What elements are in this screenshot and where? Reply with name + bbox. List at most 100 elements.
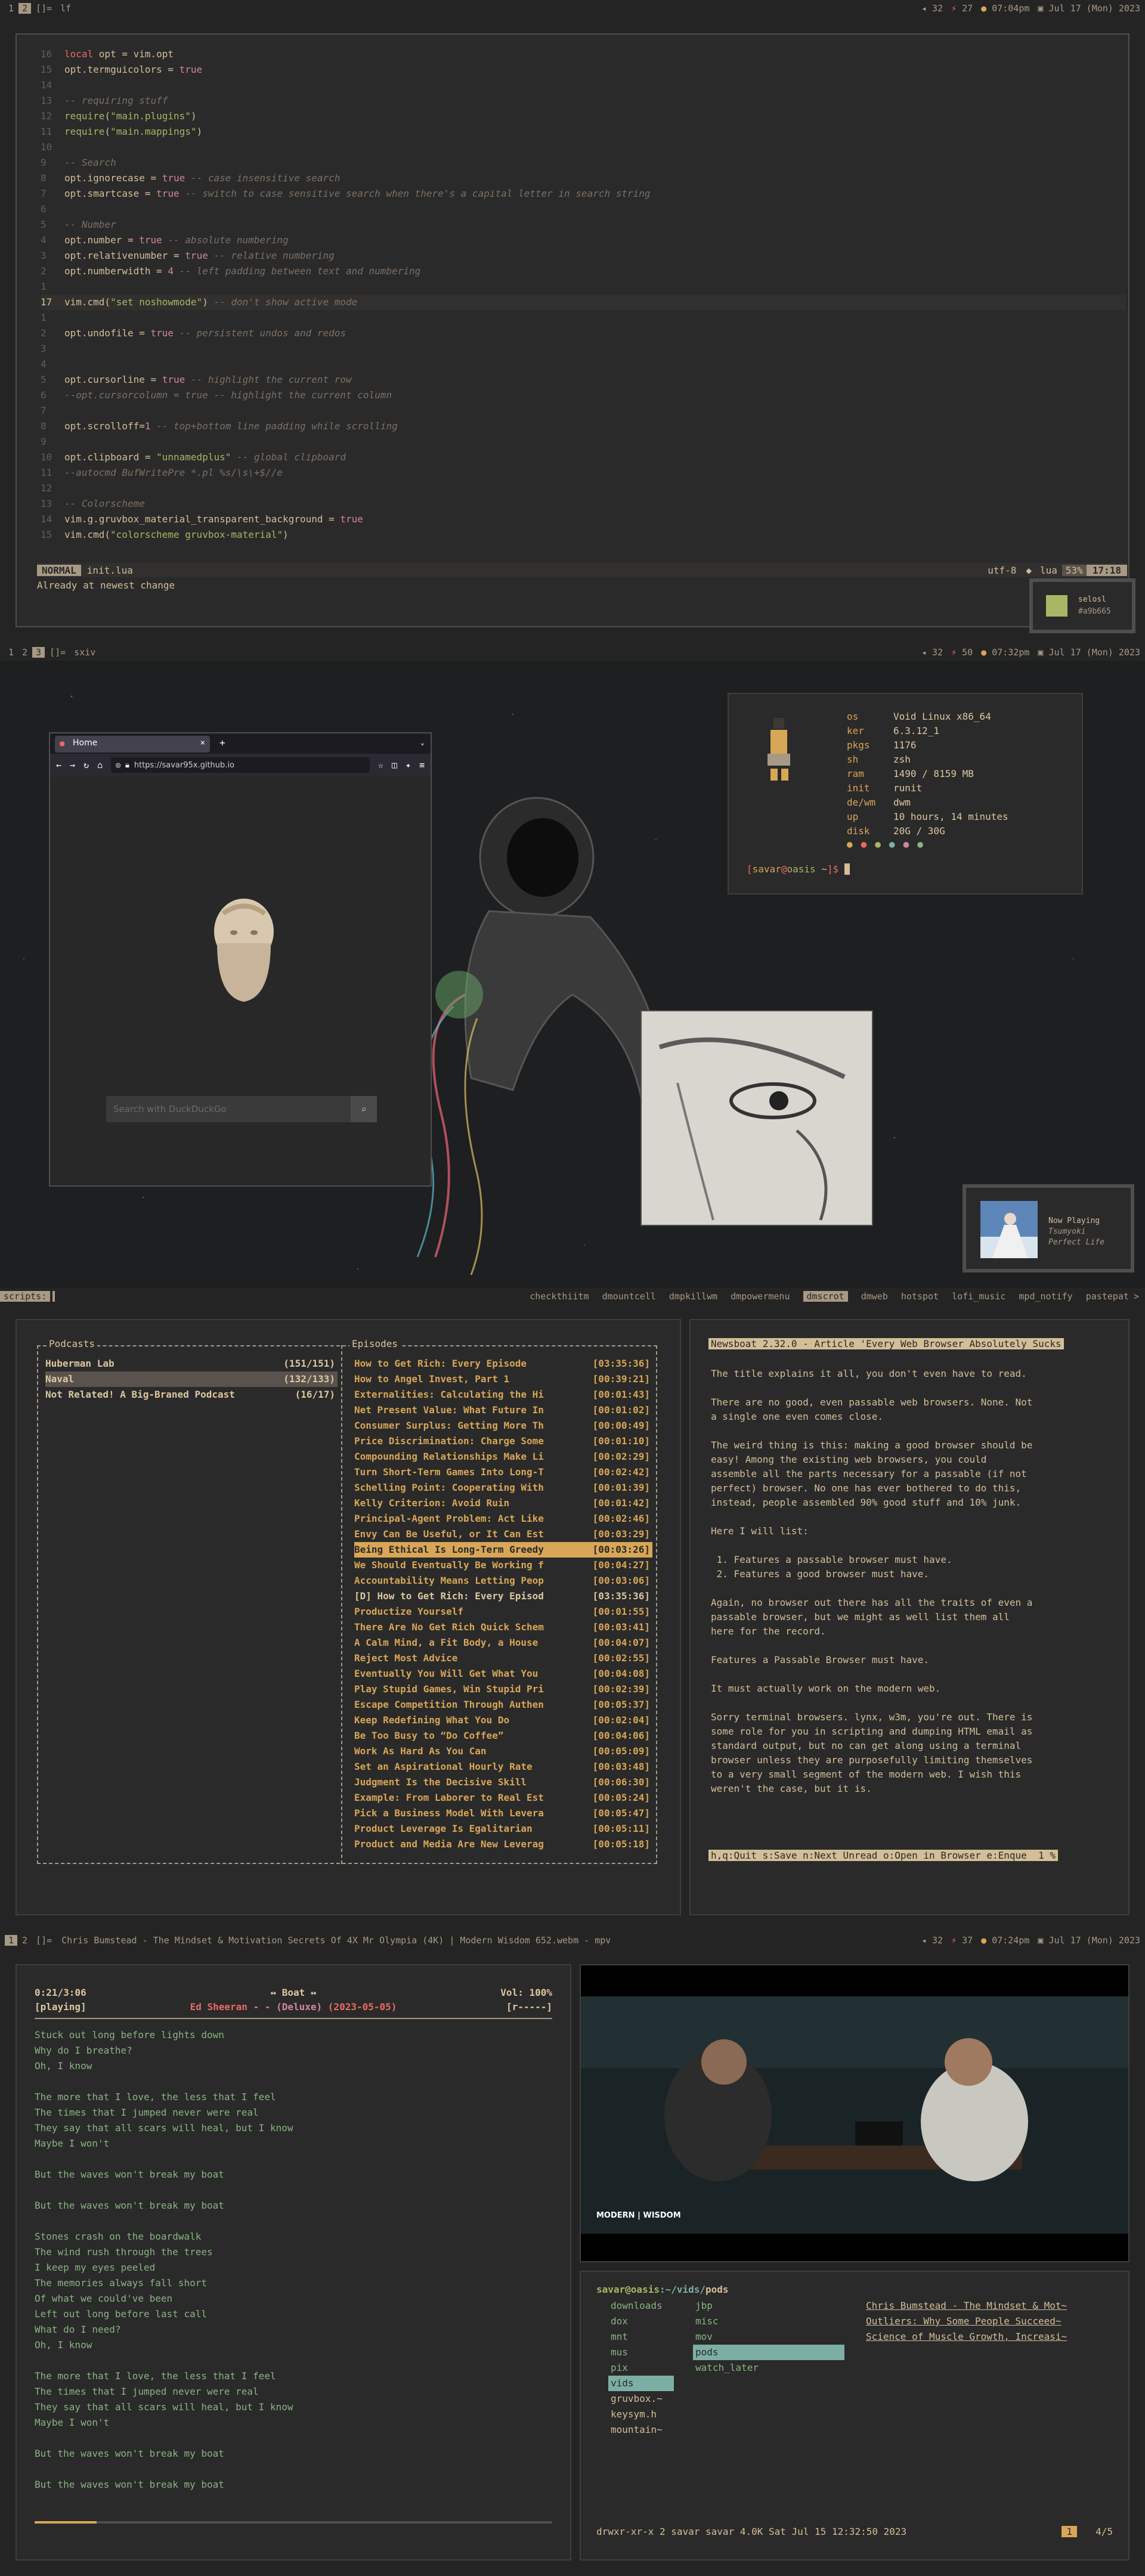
dmenu-item-pastepat[interactable]: pastepat: [1086, 1291, 1129, 1302]
lf-entry[interactable]: mus: [608, 2345, 674, 2360]
dmenu-bar[interactable]: scripts: checkthiitm dmountcell dmpkillwm d…: [0, 1288, 1145, 1305]
layout-indicator[interactable]: []=: [46, 647, 69, 658]
lf-entry[interactable]: vids: [608, 2376, 674, 2391]
terminal-fetch[interactable]: os Void Linux x86_64 ker 6.3.12_1 pkgs 1176 sh…: [728, 693, 1083, 894]
code-line[interactable]: 5 opt.cursorline = true -- highlight the …: [41, 372, 352, 388]
dmenu-item-dmweb[interactable]: dmweb: [861, 1291, 888, 1302]
nvim-buffer[interactable]: 16 local opt = vim.opt 15 opt.termguicolors…: [17, 47, 1126, 559]
url-bar[interactable]: ◎ 🔒︎ https://savar95x.github.io: [111, 757, 370, 773]
code-line[interactable]: 9 -- Search: [41, 155, 116, 171]
code-line[interactable]: 11 --autocmd BufWritePre *.pl %s/\s\+$//e: [41, 465, 283, 481]
dmenu-item-mpd_notify[interactable]: mpd_notify: [1019, 1291, 1072, 1302]
episode-item[interactable]: Product Leverage Is Egalitarian [00:05:11…: [354, 1821, 652, 1837]
lf-entry[interactable]: pods: [693, 2345, 844, 2360]
tab-list-icon[interactable]: ⌄: [420, 738, 425, 747]
code-line[interactable]: 6 --opt.cursorcolumn = true -- highlight …: [41, 388, 392, 403]
episode-item[interactable]: Judgment Is the Decisive Skill [00:06:30]: [354, 1775, 652, 1790]
code-line[interactable]: 15 opt.termguicolors = true: [41, 62, 202, 78]
browser-window[interactable]: ● Home × + ⌄ ← → ↻ ⌂ ◎ 🔒︎ https://savar9…: [49, 732, 432, 1187]
mpv-video-window[interactable]: MODERN | WISDOM: [580, 1964, 1129, 2262]
episode-item[interactable]: Escape Competition Through Authen [00:05:…: [354, 1697, 652, 1713]
episode-item[interactable]: Example: From Laborer to Real Est [00:05:…: [354, 1790, 652, 1806]
episode-item[interactable]: How to Get Rich: Every Episode [03:35:36]: [354, 1356, 652, 1371]
episode-item[interactable]: Work As Hard As You Can [00:05:09]: [354, 1744, 652, 1759]
code-line[interactable]: 3: [41, 341, 64, 357]
episode-item[interactable]: How to Angel Invest, Part 1 [00:39:21]: [354, 1371, 652, 1387]
episode-item[interactable]: Being Ethical Is Long-Term Greedy [00:03:…: [354, 1542, 652, 1558]
lf-entry[interactable]: Outliers: Why Some People Succeed~: [864, 2314, 1114, 2329]
dmenu-item-dmountcell[interactable]: dmountcell: [602, 1291, 656, 1302]
dmenu-input[interactable]: [52, 1291, 55, 1302]
episode-item[interactable]: Consumer Surplus: Getting More Th [00:00:…: [354, 1418, 652, 1433]
episode-item[interactable]: There Are No Get Rich Quick Schem [00:03:…: [354, 1620, 652, 1635]
close-tab-icon[interactable]: ×: [200, 738, 205, 748]
layout-indicator[interactable]: []=: [32, 1935, 55, 1946]
code-line[interactable]: 10: [41, 140, 64, 155]
lf-entry[interactable]: gruvbox.~: [608, 2391, 674, 2407]
pocket-icon[interactable]: ◫: [392, 760, 397, 770]
lf-entry[interactable]: dox: [608, 2314, 674, 2329]
episode-item[interactable]: Accountability Means Letting Peop [00:03:…: [354, 1573, 652, 1589]
code-line[interactable]: 8 opt.ignorecase = true -- case insensiti…: [41, 171, 340, 186]
bookmark-icon[interactable]: ☆: [378, 760, 383, 770]
progress-track[interactable]: [35, 2521, 552, 2524]
episode-item[interactable]: Envy Can Be Useful, or It Can Est [00:03:…: [354, 1527, 652, 1542]
episode-item[interactable]: Kelly Criterion: Avoid Ruin [00:01:42]: [354, 1496, 652, 1511]
back-icon[interactable]: ←: [56, 760, 61, 770]
code-line[interactable]: 6: [41, 202, 64, 217]
code-line[interactable]: 13 -- Colorscheme: [41, 496, 145, 512]
lf-entry[interactable]: misc: [693, 2314, 844, 2329]
lf-entry[interactable]: Science of Muscle Growth, Increasi~: [864, 2329, 1114, 2345]
episode-item[interactable]: Be Too Busy to “Do Coffee” [00:04:06]: [354, 1728, 652, 1744]
code-line[interactable]: 9: [41, 434, 64, 450]
code-line[interactable]: 15 vim.cmd("colorscheme gruvbox-material"…: [41, 527, 289, 543]
code-line[interactable]: 12 require("main.plugins"): [41, 109, 197, 124]
code-line[interactable]: 3 opt.relativenumber = true -- relative n…: [41, 248, 335, 264]
search-box[interactable]: Search with DuckDuckGo ⌕: [106, 1096, 377, 1122]
dmenu-item-hotspot[interactable]: hotspot: [901, 1291, 939, 1302]
nvim-window[interactable]: 16 local opt = vim.opt 15 opt.termguicolors…: [16, 33, 1129, 627]
episode-item[interactable]: We Should Eventually Be Working f [00:04:…: [354, 1558, 652, 1573]
episode-item[interactable]: Schelling Point: Cooperating With [00:01:…: [354, 1480, 652, 1496]
tag-1[interactable]: 1: [5, 3, 17, 14]
code-line[interactable]: 2 opt.numberwidth = 4 -- left padding bet…: [41, 264, 420, 279]
lf-entry[interactable]: Chris Bumstead - The Mindset & Mot~: [864, 2298, 1114, 2314]
lf-entry[interactable]: watch_later: [693, 2360, 844, 2376]
podcast-tui[interactable]: Podcasts Episodes Huberman Lab (151/151) N…: [16, 1319, 681, 1915]
lf-entry[interactable]: keysym.h: [608, 2407, 674, 2422]
episode-item[interactable]: Pick a Business Model With Levera [00:05:…: [354, 1806, 652, 1821]
lf-entry[interactable]: jbp: [693, 2298, 844, 2314]
tag-1[interactable]: 1: [5, 647, 17, 658]
episode-item[interactable]: Play Stupid Games, Win Stupid Pri [00:02:…: [354, 1682, 652, 1697]
episode-item[interactable]: Price Discrimination: Charge Some [00:01:…: [354, 1433, 652, 1449]
podcast-item[interactable]: Naval (132/133): [45, 1371, 338, 1387]
dmenu-item-dmscrot[interactable]: dmscrot: [803, 1291, 848, 1302]
tag-2[interactable]: 2: [18, 647, 31, 658]
tag-3[interactable]: 3: [32, 647, 45, 658]
episode-item[interactable]: Net Present Value: What Future In [00:01:…: [354, 1402, 652, 1418]
dmenu-item-lofi_music[interactable]: lofi_music: [952, 1291, 1005, 1302]
newsboat-tui[interactable]: Newsboat 2.32.0 - Article 'Every Web Bro…: [689, 1319, 1129, 1915]
episode-item[interactable]: Eventually You Will Get What You [00:04:0…: [354, 1666, 652, 1682]
code-line[interactable]: 14: [41, 78, 64, 93]
episode-item[interactable]: Turn Short-Term Games Into Long-T [00:02:…: [354, 1465, 652, 1480]
browser-tab[interactable]: ● Home ×: [55, 736, 210, 753]
episode-item[interactable]: Productize Yourself [00:01:55]: [354, 1604, 652, 1620]
code-line[interactable]: 12: [41, 481, 64, 496]
episode-item[interactable]: Compounding Relationships Make Li [00:02:…: [354, 1449, 652, 1465]
code-line[interactable]: 4: [41, 357, 64, 372]
episode-item[interactable]: Keep Redefining What You Do [00:02:04]: [354, 1713, 652, 1728]
new-tab-button[interactable]: +: [219, 737, 225, 748]
lf-entry[interactable]: mountain~: [608, 2422, 674, 2438]
lf-file-manager[interactable]: savar@oasis:~/vids/pods downloads dox mnt m…: [580, 2271, 1129, 2560]
code-line[interactable]: 5 -- Number: [41, 217, 116, 233]
dmenu-item-checkthiitm[interactable]: checkthiitm: [530, 1291, 589, 1302]
code-line[interactable]: 17 vim.cmd("set noshowmode") -- don't sho…: [41, 295, 1126, 310]
lf-tab[interactable]: 1: [1062, 2526, 1077, 2537]
code-line[interactable]: 11 require("main.mappings"): [41, 124, 202, 140]
code-line[interactable]: 14 vim.g.gruvbox_material_transparent_bac…: [41, 512, 363, 527]
code-line[interactable]: 8 opt.scrolloff=1 -- top+bottom line padd…: [41, 419, 398, 434]
lf-entry[interactable]: mov: [693, 2329, 844, 2345]
lf-entry[interactable]: downloads: [608, 2298, 674, 2314]
code-line[interactable]: 1: [41, 279, 64, 295]
